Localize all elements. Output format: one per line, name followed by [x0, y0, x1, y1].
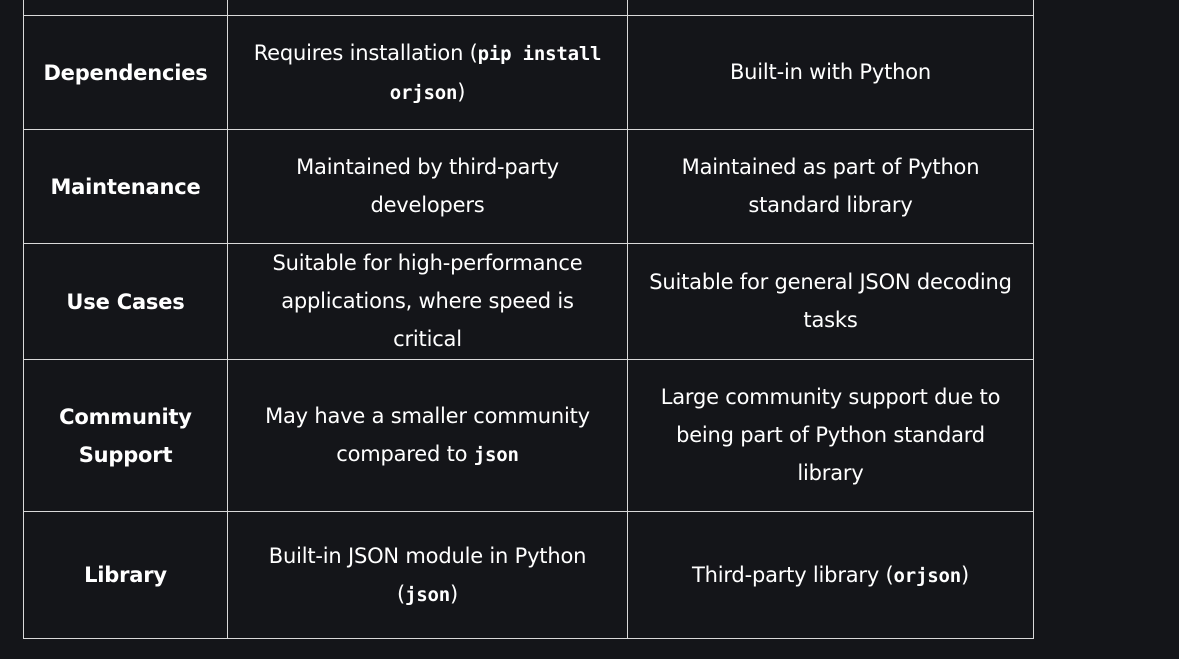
cell-text: May have a smaller community compared to	[265, 404, 590, 466]
row-header-label: Community Support	[59, 404, 192, 467]
json-cell: Large community support due to being par…	[627, 359, 1034, 512]
json-cell: Suitable for general JSON decoding tasks	[627, 243, 1034, 360]
orjson-cell: Maintained by third-party developers	[227, 129, 628, 244]
table-cell	[227, 0, 628, 16]
cell-text: Requires installation (	[253, 40, 478, 65]
cell-text: Suitable for general JSON decoding tasks	[649, 270, 1012, 332]
table-cell	[627, 0, 1034, 16]
comparison-table: Dependencies Requires installation (pip …	[23, 0, 1034, 639]
cell-text: )	[960, 562, 969, 587]
table-row: Library Built-in JSON module in Python (…	[23, 511, 1034, 639]
cell-text: Third-party library (	[692, 562, 894, 587]
table-row-partial	[23, 0, 1034, 16]
cell-text: Built-in with Python	[729, 60, 932, 84]
cell-text: Maintained as part of Python standard li…	[681, 155, 980, 217]
cell-text: Suitable for high-performance applicatio…	[272, 251, 583, 351]
table-cell	[23, 0, 228, 16]
inline-code: json	[405, 583, 450, 606]
table-row: Use Cases Suitable for high-performance …	[23, 243, 1034, 360]
row-header-label: Library	[84, 563, 167, 587]
row-header-label: Use Cases	[66, 289, 185, 314]
orjson-cell: Suitable for high-performance applicatio…	[227, 243, 628, 360]
orjson-cell: Requires installation (pip install orjso…	[227, 15, 628, 130]
row-header: Library	[23, 511, 228, 639]
table-row: Maintenance Maintained by third-party de…	[23, 129, 1034, 244]
inline-code: orjson	[893, 564, 962, 587]
row-header: Community Support	[23, 359, 228, 512]
cell-text: )	[449, 581, 458, 606]
json-cell: Built-in with Python	[627, 15, 1034, 130]
orjson-cell: May have a smaller community compared to…	[227, 359, 628, 512]
cell-text: )	[457, 79, 466, 104]
row-header-label: Dependencies	[43, 60, 208, 85]
json-cell: Maintained as part of Python standard li…	[627, 129, 1034, 244]
inline-code: json	[473, 444, 519, 466]
orjson-cell: Built-in JSON module in Python (json)	[227, 511, 628, 639]
row-header: Dependencies	[23, 15, 228, 130]
row-header-label: Maintenance	[50, 174, 201, 199]
table-row: Community Support May have a smaller com…	[23, 359, 1034, 512]
row-header: Maintenance	[23, 129, 228, 244]
cell-text: Maintained by third-party developers	[296, 155, 559, 217]
table-row: Dependencies Requires installation (pip …	[23, 15, 1034, 130]
cell-text: Large community support due to being par…	[660, 385, 1001, 485]
row-header: Use Cases	[23, 243, 228, 360]
json-cell: Third-party library (orjson)	[627, 511, 1034, 639]
